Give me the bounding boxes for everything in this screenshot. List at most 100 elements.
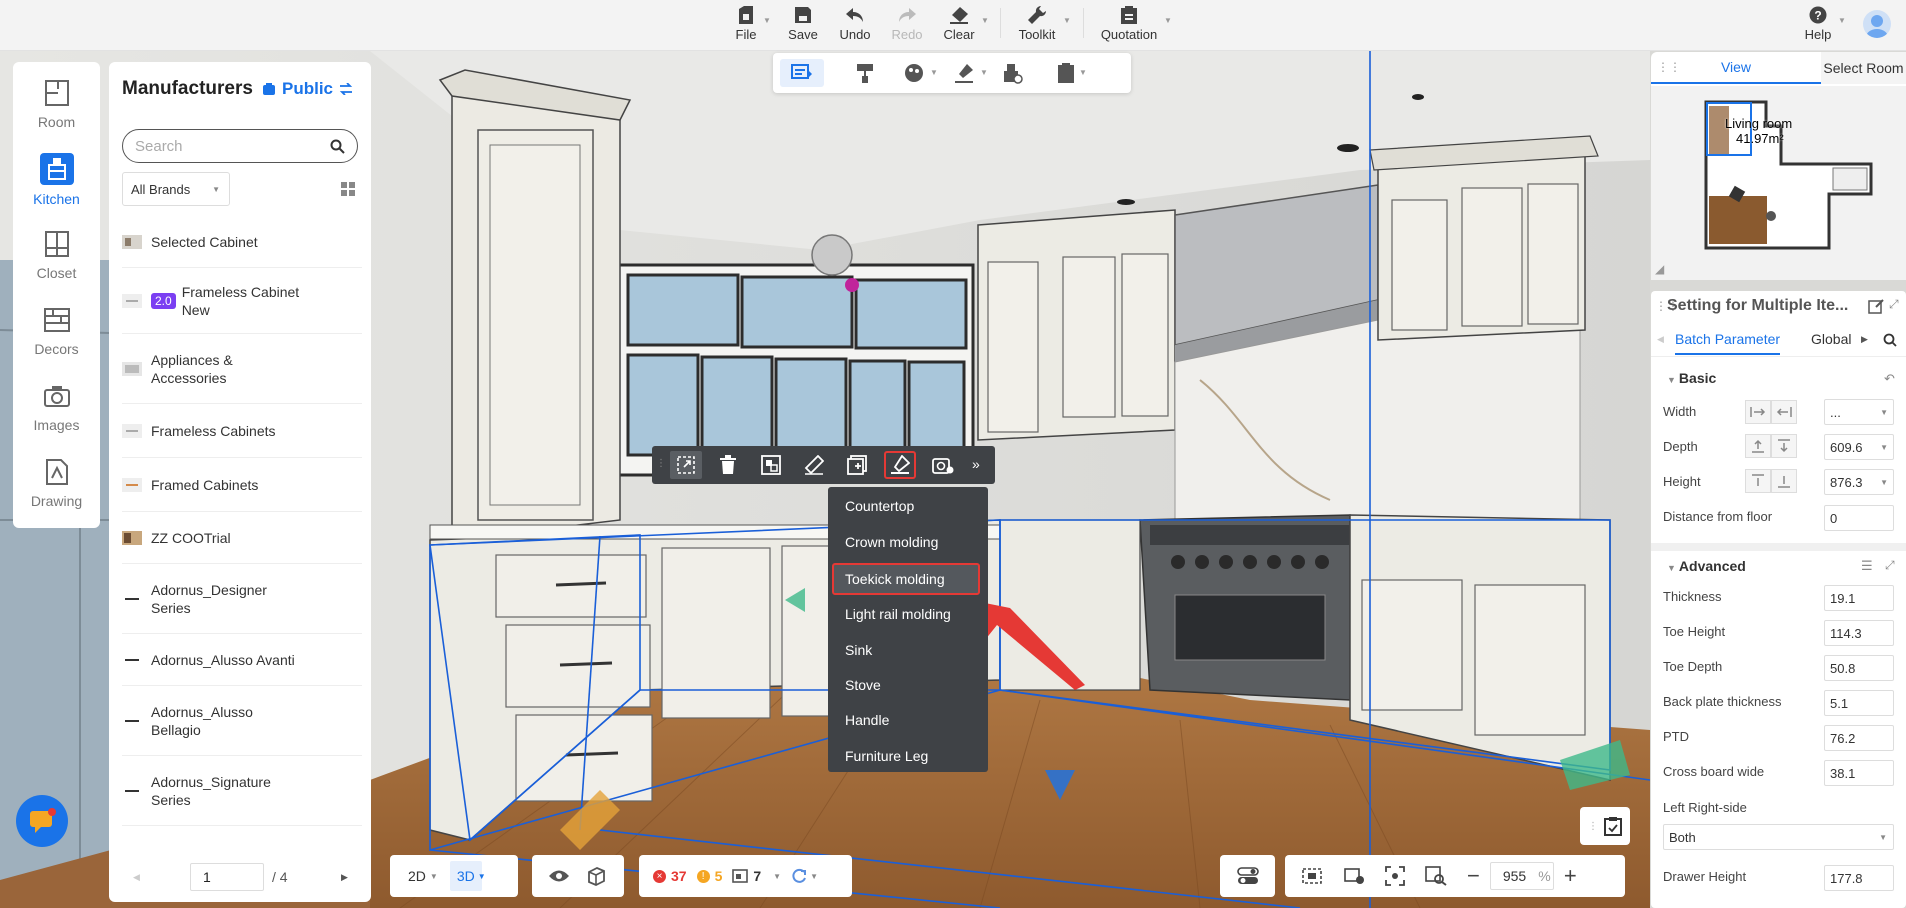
list-item[interactable]: Adornus_Designer Series: [122, 564, 362, 634]
expand-more-icon[interactable]: »: [972, 456, 980, 472]
clean-icon[interactable]: [1001, 62, 1023, 84]
item-count[interactable]: 7: [753, 868, 761, 884]
menu-item-handle[interactable]: Handle: [828, 705, 988, 735]
measure-button[interactable]: [798, 451, 830, 479]
search-icon[interactable]: [330, 139, 345, 154]
tab-global[interactable]: Global: [1811, 331, 1851, 347]
width-select[interactable]: ... ▼: [1824, 399, 1894, 425]
brush-caret-icon[interactable]: ▼: [980, 68, 988, 77]
expand-icon[interactable]: ⤢: [1889, 297, 1899, 312]
file-caret-icon[interactable]: ▼: [763, 16, 771, 25]
save-button[interactable]: Save: [788, 3, 818, 49]
replace-button[interactable]: [755, 451, 787, 479]
thickness-input[interactable]: 19.1: [1824, 585, 1894, 611]
basic-section-header[interactable]: ▼ Basic: [1667, 370, 1716, 386]
view-settings-icon[interactable]: [1343, 867, 1365, 885]
toolkit-caret-icon[interactable]: ▼: [1063, 16, 1071, 25]
back-plate-input[interactable]: 5.1: [1824, 690, 1894, 716]
clear-button[interactable]: Clear: [942, 3, 976, 49]
edit-icon[interactable]: [1868, 298, 1884, 314]
cross-board-input[interactable]: 38.1: [1824, 760, 1894, 786]
list-item[interactable]: Selected Cabinet: [122, 216, 362, 268]
copy-button[interactable]: [841, 451, 873, 479]
depth-select[interactable]: 609.6 ▼: [1824, 434, 1894, 460]
menu-item-toekick-molding[interactable]: Toekick molding: [832, 563, 980, 595]
tab-next-icon[interactable]: ▶: [1861, 334, 1868, 345]
cube-icon[interactable]: [586, 866, 606, 886]
material-icon[interactable]: [903, 62, 925, 84]
height-top-icon[interactable]: [1745, 469, 1771, 493]
brush-icon[interactable]: [953, 62, 975, 84]
menu-item-countertop[interactable]: Countertop: [828, 491, 988, 521]
toe-height-input[interactable]: 114.3: [1824, 620, 1894, 646]
nav-room[interactable]: Room: [13, 70, 100, 140]
ptd-input[interactable]: 76.2: [1824, 725, 1894, 751]
file-button[interactable]: File: [733, 3, 759, 49]
zoom-in-button[interactable]: +: [1564, 863, 1577, 889]
drawer-height-input[interactable]: 177.8: [1824, 865, 1894, 891]
depth-front-icon[interactable]: [1745, 434, 1771, 458]
mode-2d-button[interactable]: 2D: [408, 868, 426, 884]
next-page-icon[interactable]: ▶: [341, 872, 348, 883]
width-left-align-icon[interactable]: [1745, 400, 1771, 424]
menu-item-light-rail-molding[interactable]: Light rail molding: [828, 599, 988, 629]
tab-select-room[interactable]: Select Room: [1821, 52, 1906, 84]
zoom-out-button[interactable]: −: [1467, 863, 1480, 889]
menu-item-stove[interactable]: Stove: [828, 670, 988, 700]
resize-button[interactable]: [670, 451, 702, 479]
menu-item-sink[interactable]: Sink: [828, 635, 988, 665]
drag-handle-icon[interactable]: ⋮: [656, 458, 666, 469]
toe-depth-input[interactable]: 50.8: [1824, 655, 1894, 681]
user-avatar[interactable]: [1863, 10, 1891, 38]
paint-roller-icon[interactable]: [855, 62, 877, 84]
prev-page-icon[interactable]: ◀: [133, 872, 140, 883]
reset-icon[interactable]: ↶: [1884, 371, 1895, 387]
undo-button[interactable]: Undo: [838, 3, 872, 49]
search-input[interactable]: Search: [122, 129, 358, 163]
chat-button[interactable]: [16, 795, 68, 847]
eye-icon[interactable]: [548, 869, 570, 883]
list-item[interactable]: Appliances & Accessories: [122, 334, 362, 404]
advanced-section-header[interactable]: ▼ Advanced: [1667, 558, 1746, 574]
clipboard-button[interactable]: ⋮: [1580, 807, 1630, 845]
sync-icon[interactable]: [791, 868, 807, 884]
list-item[interactable]: ZZ COOTrial: [122, 512, 362, 564]
height-select[interactable]: 876.3 ▼: [1824, 469, 1894, 495]
grid-view-icon[interactable]: [341, 182, 355, 196]
warning-count[interactable]: 5: [715, 868, 723, 884]
mode-3d-caret-icon[interactable]: ▼: [478, 872, 486, 881]
list-item[interactable]: Framed Cabinets: [122, 458, 362, 512]
list-item[interactable]: Adornus_Alusso Bellagio: [122, 686, 362, 756]
resize-corner-icon[interactable]: ◢: [1655, 262, 1664, 276]
floorplan-minimap[interactable]: Living room 41.97m² ◢: [1651, 86, 1906, 280]
material-caret-icon[interactable]: ▼: [930, 68, 938, 77]
mode-2d-caret-icon[interactable]: ▼: [430, 872, 438, 881]
depth-back-icon[interactable]: [1771, 434, 1797, 458]
clear-caret-icon[interactable]: ▼: [981, 16, 989, 25]
list-item[interactable]: Adornus_Signature Series: [122, 756, 362, 826]
height-bottom-icon[interactable]: [1771, 469, 1797, 493]
error-count[interactable]: 37: [671, 868, 687, 884]
nav-images[interactable]: Images: [13, 373, 100, 443]
quotation-button[interactable]: Quotation: [1098, 3, 1160, 49]
tab-batch-parameter[interactable]: Batch Parameter: [1675, 331, 1781, 355]
quotation-caret-icon[interactable]: ▼: [1164, 16, 1172, 25]
molding-button[interactable]: [884, 451, 916, 479]
tab-view[interactable]: View: [1651, 52, 1821, 84]
select-tool-button[interactable]: [780, 59, 824, 87]
paste-caret-icon[interactable]: ▼: [1079, 68, 1087, 77]
page-input[interactable]: 1: [190, 863, 264, 891]
width-right-align-icon[interactable]: [1771, 400, 1797, 424]
help-button[interactable]: ? Help: [1800, 3, 1836, 49]
sync-caret-icon[interactable]: ▼: [810, 872, 818, 881]
nav-closet[interactable]: Closet: [13, 221, 100, 291]
nav-drawing[interactable]: Drawing: [13, 449, 100, 519]
fit-view-icon[interactable]: [1301, 867, 1323, 885]
paste-icon[interactable]: [1056, 62, 1076, 84]
scope-switch[interactable]: Public: [262, 79, 353, 99]
list-item[interactable]: Frameless Cabinets: [122, 404, 362, 458]
expand-icon[interactable]: ⤢: [1885, 558, 1895, 573]
menu-item-crown-molding[interactable]: Crown molding: [828, 527, 988, 557]
search-icon[interactable]: [1883, 333, 1897, 347]
zoom-region-icon[interactable]: [1425, 866, 1447, 886]
